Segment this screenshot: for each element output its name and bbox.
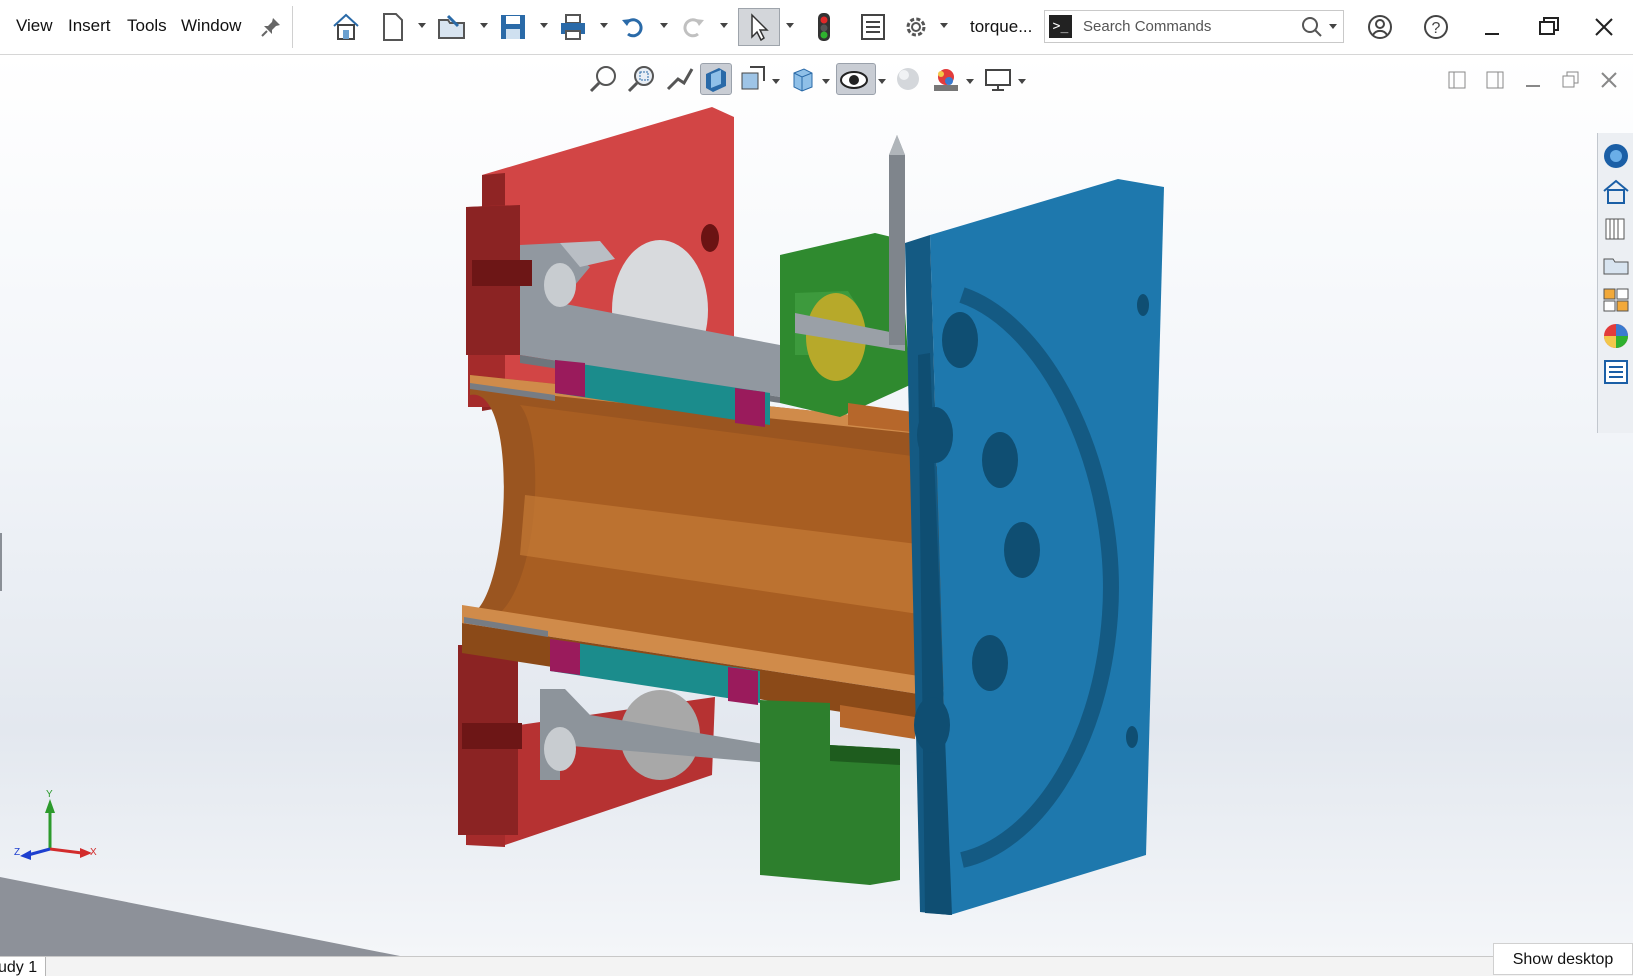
zoom-to-fit-icon[interactable] (588, 63, 620, 95)
task-list-icon[interactable] (1601, 357, 1631, 387)
viewport-controls (1442, 65, 1632, 95)
triad-label-x: X (90, 847, 97, 858)
dynamic-annotation-icon[interactable] (736, 63, 768, 95)
chevron-down-icon[interactable] (1329, 24, 1337, 29)
minimize-icon[interactable] (1472, 10, 1512, 44)
home-icon[interactable] (328, 10, 364, 44)
triad-label-z: Z (14, 847, 20, 858)
indicator-pin[interactable] (889, 135, 905, 345)
document-title: torque... (970, 17, 1033, 36)
task-pane-tabs (1597, 133, 1633, 433)
chevron-down-icon[interactable] (540, 23, 548, 28)
search-icon[interactable] (1301, 16, 1323, 43)
blue-mounting-plate[interactable] (905, 179, 1164, 915)
design-library-home-icon[interactable] (1601, 177, 1631, 207)
chevron-down-icon[interactable] (480, 23, 488, 28)
chevron-down-icon[interactable] (720, 23, 728, 28)
print-icon[interactable] (556, 10, 590, 44)
chevron-down-icon[interactable] (940, 23, 948, 28)
undo-icon[interactable] (618, 10, 648, 44)
close-icon[interactable] (1584, 10, 1624, 44)
open-icon[interactable] (434, 10, 470, 44)
custom-properties-icon[interactable] (1601, 321, 1631, 351)
graphics-area[interactable]: Y X Z (0, 55, 1633, 956)
appearances-icon[interactable] (1601, 285, 1631, 315)
minimize-icon[interactable] (1522, 69, 1544, 96)
apply-scene-icon[interactable] (930, 63, 962, 95)
split-left-icon[interactable] (1446, 69, 1468, 96)
chevron-down-icon[interactable] (1018, 79, 1026, 84)
model-graphics: Y X Z (0, 107, 1164, 956)
view-palette-icon[interactable] (1601, 249, 1631, 279)
account-icon[interactable] (1360, 10, 1400, 44)
menu-view[interactable]: View (16, 16, 53, 36)
file-properties-icon[interactable] (858, 10, 888, 44)
file-explorer-icon[interactable] (1601, 213, 1631, 243)
triad-label-y: Y (46, 789, 53, 800)
previous-view-icon[interactable] (664, 63, 696, 95)
chevron-down-icon[interactable] (418, 23, 426, 28)
split-right-icon[interactable] (1484, 69, 1506, 96)
chevron-down-icon[interactable] (966, 79, 974, 84)
command-prompt-icon: >_ (1049, 15, 1072, 38)
save-icon[interactable] (496, 10, 530, 44)
chevron-down-icon[interactable] (660, 23, 668, 28)
chevron-down-icon[interactable] (772, 79, 780, 84)
chevron-down-icon[interactable] (786, 23, 794, 28)
chevron-down-icon[interactable] (878, 79, 886, 84)
menu-tools[interactable]: Tools (127, 16, 167, 36)
search-input[interactable]: Search Commands (1083, 18, 1211, 35)
feature-manager-collapse-handle[interactable] (0, 533, 2, 591)
rebuild-traffic-light-icon[interactable] (812, 10, 836, 44)
restore-icon[interactable] (1528, 10, 1568, 44)
study-tab[interactable]: udy 1 (0, 957, 47, 976)
show-desktop-button[interactable]: Show desktop (1493, 943, 1633, 975)
section-view-icon[interactable] (700, 63, 732, 95)
solidworks-resources-icon[interactable] (1601, 141, 1631, 171)
redo-icon[interactable] (678, 10, 708, 44)
hide-show-items-icon[interactable] (836, 63, 876, 95)
pin-icon[interactable] (258, 10, 284, 44)
menu-bar: View Insert Tools Window torque... >_ Se… (0, 0, 1633, 55)
menu-window[interactable]: Window (181, 16, 241, 36)
edit-appearance-icon[interactable] (892, 63, 924, 95)
new-document-icon[interactable] (378, 10, 408, 44)
svg-text:?: ? (1432, 20, 1441, 37)
view-settings-icon[interactable] (982, 63, 1014, 95)
axis-triad: Y X Z (14, 789, 97, 860)
chevron-down-icon[interactable] (600, 23, 608, 28)
chevron-down-icon[interactable] (822, 79, 830, 84)
options-gear-icon[interactable] (900, 10, 932, 44)
select-arrow-icon[interactable] (738, 8, 780, 46)
view-orientation-icon[interactable] (786, 63, 818, 95)
search-commands-box[interactable]: >_ Search Commands (1044, 10, 1344, 43)
status-bar: udy 1 (0, 956, 1633, 976)
help-icon[interactable]: ? (1416, 10, 1456, 44)
restore-icon[interactable] (1560, 69, 1582, 96)
menu-insert[interactable]: Insert (68, 16, 111, 36)
close-icon[interactable] (1598, 69, 1620, 96)
zoom-to-area-icon[interactable] (626, 63, 658, 95)
